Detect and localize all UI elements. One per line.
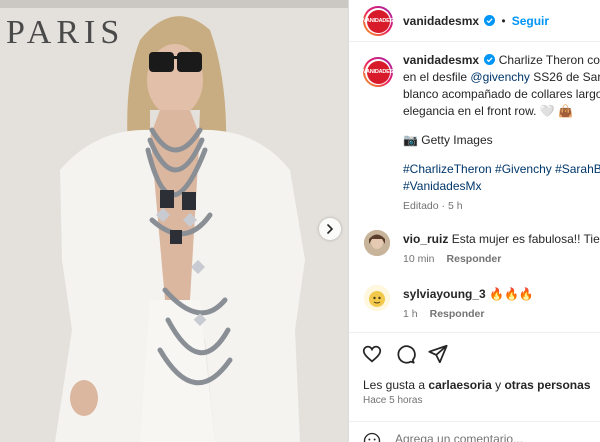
user-photo bbox=[364, 230, 390, 256]
caption-text-5: elegancia en el front row. bbox=[403, 104, 540, 118]
user-photo bbox=[364, 285, 390, 311]
likes-mid: y bbox=[491, 378, 505, 392]
post-time: Hace 5 horas bbox=[363, 395, 423, 406]
edited-label: Editado · 5 h bbox=[403, 200, 463, 212]
commenter-avatar[interactable] bbox=[364, 230, 390, 256]
background-text: PARIS bbox=[6, 14, 125, 51]
share-send-icon[interactable] bbox=[427, 343, 449, 365]
author-username[interactable]: vanidadesmx bbox=[403, 14, 479, 28]
comment-bubble-icon[interactable] bbox=[394, 343, 416, 365]
header-separator: • bbox=[501, 16, 506, 28]
mention-givenchy[interactable]: @givenchy bbox=[470, 70, 530, 84]
post-header: VANIDADES vanidadesmx • Seguir bbox=[349, 0, 600, 42]
next-image-button[interactable] bbox=[319, 218, 341, 240]
comment-text: Esta mujer es fabulosa!! Tiene bbox=[448, 232, 600, 246]
caption-text-1: Charlize Theron conqu bbox=[498, 53, 600, 67]
hashtags-line-1[interactable]: #CharlizeTheron #Givenchy #SarahBurt bbox=[403, 161, 600, 178]
photo-credit: Getty Images bbox=[417, 133, 493, 147]
comment-input[interactable] bbox=[395, 432, 585, 442]
commenter-avatar[interactable] bbox=[364, 285, 390, 311]
post-media[interactable]: PARIS bbox=[0, 0, 348, 442]
caption-text-3: SS26 de Sarah bbox=[533, 70, 600, 84]
caption-username[interactable]: vanidadesmx bbox=[403, 53, 479, 67]
vanidades-logo: VANIDADES bbox=[363, 60, 393, 84]
emoji-icon[interactable] bbox=[363, 432, 381, 442]
follow-button[interactable]: Seguir bbox=[512, 14, 549, 28]
reply-button[interactable]: Responder bbox=[447, 253, 502, 265]
comment-username[interactable]: vio_ruiz bbox=[403, 232, 448, 246]
post-photo bbox=[0, 0, 348, 442]
likes-prefix: Les gusta a bbox=[363, 378, 429, 392]
liker-username[interactable]: carlaesoria bbox=[428, 378, 491, 392]
vanidades-logo: VANIDADES bbox=[363, 9, 393, 33]
camera-icon: 📷 bbox=[403, 133, 418, 147]
post-caption: vanidadesmx Charlize Theron conqu en el … bbox=[403, 52, 600, 215]
reply-button[interactable]: Responder bbox=[430, 308, 485, 320]
comment-text: 🔥🔥🔥 bbox=[485, 287, 534, 301]
like-heart-icon[interactable] bbox=[361, 343, 383, 365]
verified-badge-icon bbox=[484, 54, 496, 65]
chevron-right-icon bbox=[327, 224, 334, 234]
post-actions: Les gusta a carlaesoria y otras personas… bbox=[349, 332, 600, 442]
likes-summary: Les gusta a carlaesoria y otras personas bbox=[363, 378, 591, 392]
verified-badge-icon bbox=[484, 15, 496, 26]
hashtags-line-2[interactable]: #VanidadesMx bbox=[403, 178, 600, 195]
caption-text-2: en el desfile bbox=[403, 70, 471, 84]
caption-avatar[interactable]: VANIDADES bbox=[363, 57, 393, 87]
author-avatar[interactable]: VANIDADES bbox=[363, 6, 393, 36]
post-details-panel: VANIDADES vanidadesmx • Seguir VANIDADES… bbox=[349, 0, 600, 442]
comment-time: 10 min bbox=[403, 253, 435, 265]
add-comment-bar bbox=[349, 421, 600, 442]
caption-text-4: blanco acompañado de collares largos, bbox=[403, 87, 600, 101]
comment-username[interactable]: sylviayoung_3 bbox=[403, 287, 486, 301]
likes-others-link[interactable]: otras personas bbox=[504, 378, 590, 392]
caption-emoji: 🤍 👜 bbox=[539, 104, 573, 118]
comment-time: 1 h bbox=[403, 308, 418, 320]
